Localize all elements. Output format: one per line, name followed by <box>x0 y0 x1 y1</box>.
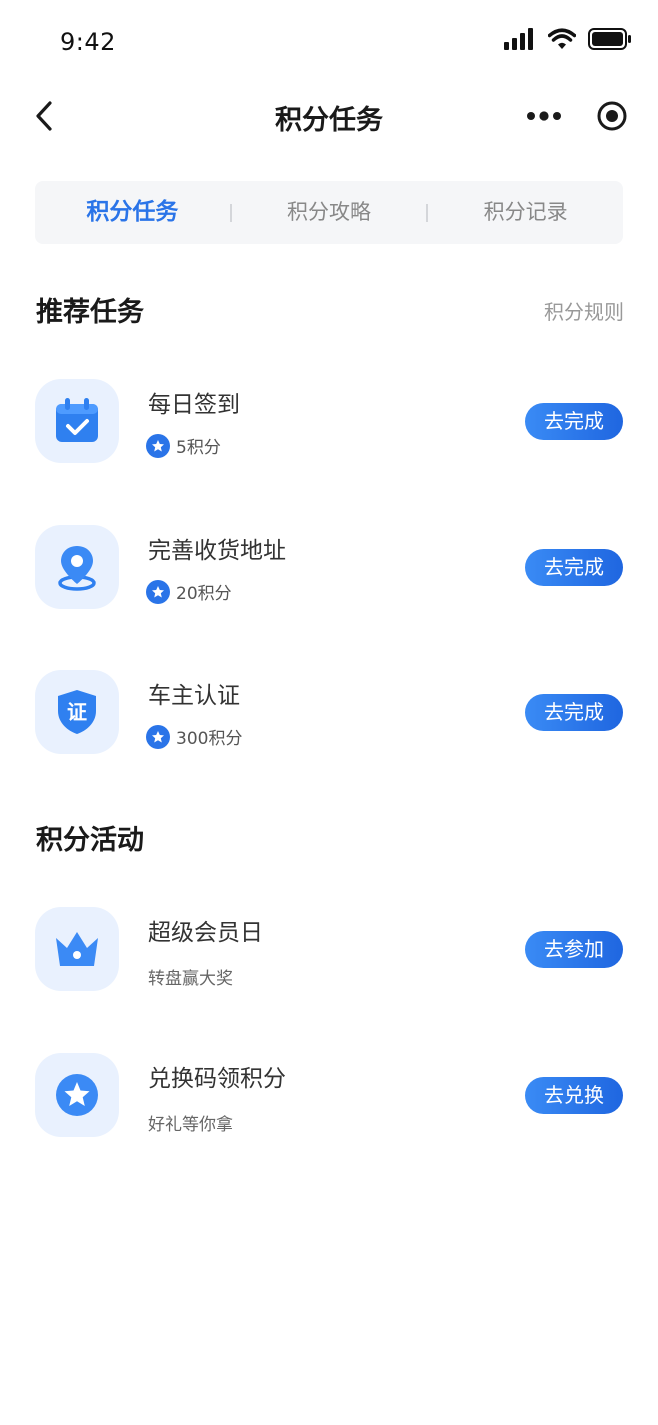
task-points-label: 300积分 <box>176 729 243 749</box>
task-points: 300积分 <box>146 724 242 749</box>
redeem-button[interactable]: 去兑换 <box>525 1077 623 1114</box>
task-icon-box: 证 <box>35 670 119 754</box>
close-miniapp-button[interactable] <box>594 98 630 134</box>
recommended-header: 推荐任务 积分规则 <box>36 290 624 330</box>
activity-desc: 转盘赢大奖 <box>148 969 233 989</box>
join-button[interactable]: 去参加 <box>525 931 623 968</box>
activity-title: 超级会员日 <box>148 920 263 946</box>
calendar-check-icon <box>56 398 98 442</box>
battery-icon <box>588 28 631 50</box>
complete-button[interactable]: 去完成 <box>525 403 623 440</box>
task-title: 车主认证 <box>148 683 240 709</box>
rules-link[interactable]: 积分规则 <box>544 296 624 325</box>
task-points: 5积分 <box>146 433 221 458</box>
task-points: 20积分 <box>146 579 232 604</box>
task-title: 完善收货地址 <box>148 538 286 564</box>
task-points-label: 5积分 <box>176 438 221 458</box>
task-title: 每日签到 <box>148 392 240 418</box>
task-points-label: 20积分 <box>176 584 232 604</box>
section-title: 推荐任务 <box>36 297 144 328</box>
location-pin-icon <box>58 546 96 591</box>
activity-row-redeem-code: 兑换码领积分 好礼等你拿 去兑换 <box>35 1053 623 1139</box>
tab-tasks[interactable]: 积分任务 <box>35 181 230 244</box>
crown-icon <box>56 932 98 966</box>
tab-guide[interactable]: 积分攻略 <box>232 181 427 244</box>
task-row-checkin: 每日签到 5积分 去完成 <box>35 379 623 465</box>
activity-row-member-day: 超级会员日 转盘赢大奖 去参加 <box>35 907 623 993</box>
status-time: 9:42 <box>60 28 116 56</box>
activity-desc: 好礼等你拿 <box>148 1115 233 1135</box>
task-icon-box <box>35 379 119 463</box>
target-icon <box>597 101 627 131</box>
task-row-owner-cert: 证 车主认证 300积分 去完成 <box>35 670 623 756</box>
task-icon-box <box>35 525 119 609</box>
complete-button[interactable]: 去完成 <box>525 549 623 586</box>
task-row-address: 完善收货地址 20积分 去完成 <box>35 525 623 611</box>
svg-text:证: 证 <box>67 700 87 724</box>
wifi-icon <box>548 28 576 49</box>
status-icons <box>504 28 632 50</box>
complete-button[interactable]: 去完成 <box>525 694 623 731</box>
activities-header: 积分活动 <box>36 818 624 858</box>
navbar: 积分任务 <box>0 84 658 148</box>
status-bar: 9:42 <box>0 0 658 84</box>
points-coin-icon <box>146 724 170 749</box>
activity-title: 兑换码领积分 <box>148 1066 286 1092</box>
tab-records[interactable]: 积分记录 <box>428 181 623 244</box>
activity-icon-box <box>35 1053 119 1137</box>
section-title: 积分活动 <box>36 825 144 856</box>
more-dots-icon <box>527 111 561 121</box>
activity-icon-box <box>35 907 119 991</box>
more-button[interactable] <box>522 102 566 130</box>
shield-cert-icon: 证 <box>58 690 96 734</box>
points-coin-icon <box>146 579 170 604</box>
star-badge-icon <box>56 1074 98 1116</box>
signal-icon <box>504 28 533 50</box>
points-coin-icon <box>146 433 170 458</box>
tab-bar: 积分任务 积分攻略 积分记录 <box>35 181 623 244</box>
